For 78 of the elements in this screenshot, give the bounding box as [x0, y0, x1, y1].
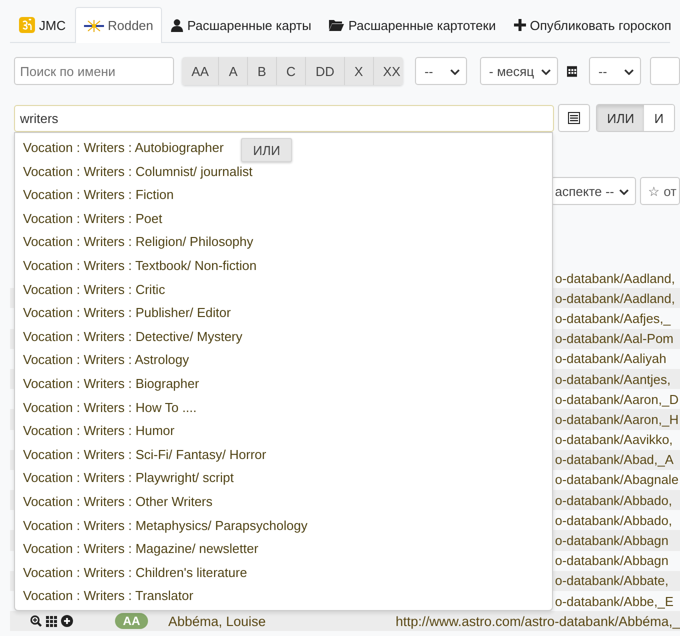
- grade-button[interactable]: DD: [306, 57, 345, 85]
- url-text: o-databank/Aaliyah: [555, 351, 666, 366]
- suggestion-item[interactable]: Vocation : Writers : Textbook/ Non-fiction: [23, 258, 257, 274]
- suggestion-item[interactable]: Vocation : Writers : Playwright/ script: [23, 470, 234, 486]
- url-text: o-databank/Aadland,: [555, 290, 675, 306]
- name-search-field[interactable]: Поиск по имени: [14, 57, 174, 85]
- suggestion-item[interactable]: Vocation : Writers : Autobiographer: [23, 140, 224, 156]
- url-text: o-databank/Aafjes,_: [555, 310, 671, 326]
- suggestion-item[interactable]: Vocation : Writers : Religion/ Philosophy: [23, 234, 254, 250]
- url-text: o-databank/Aavikko,: [555, 432, 673, 448]
- list-icon: [568, 112, 580, 124]
- suggestion-item[interactable]: Vocation : Writers : Publisher/ Editor: [23, 305, 231, 322]
- or-button[interactable]: ИЛИ: [241, 138, 292, 162]
- chevron-down-icon: [619, 189, 629, 195]
- url-text: o-databank/Abbado,: [555, 512, 672, 528]
- url-text: o-databank/Abbe,_E: [555, 594, 674, 609]
- suggestion-item[interactable]: Vocation : Writers : Translator: [23, 588, 194, 604]
- chevron-down-icon: [540, 69, 551, 75]
- grade-button[interactable]: A: [219, 57, 248, 85]
- url-text: o-databank/Aadland,: [555, 270, 675, 286]
- list-button[interactable]: [558, 104, 590, 132]
- suggestion-item[interactable]: Vocation : Writers : Astrology: [23, 352, 189, 368]
- url-text: http://www.astro.com/astro-databank/Abbéma,_: [396, 614, 680, 629]
- url-text: o-databank/Abbagn: [555, 553, 668, 568]
- suggestion-item[interactable]: Vocation : Writers : Detective/ Mystery: [23, 328, 242, 345]
- suggestion-item[interactable]: Vocation : Writers : Sci-Fi/ Fantasy/ Horror: [23, 446, 266, 463]
- tab[interactable]: Расшаренные карты: [162, 7, 320, 42]
- tab[interactable]: JMC: [10, 7, 75, 42]
- grid-icon[interactable]: [46, 616, 57, 627]
- suggestion-item[interactable]: Vocation : Writers : How To ....: [23, 400, 197, 416]
- chevron-down-icon: [624, 69, 634, 75]
- tab[interactable]: Rodden: [74, 7, 162, 43]
- suggestion-item[interactable]: Vocation : Writers : Poet: [23, 210, 162, 227]
- suggestion-item[interactable]: Vocation : Writers : Metaphysics/ Parapsychology: [23, 518, 308, 534]
- person-name: Abbéma, Louise: [168, 614, 267, 629]
- plus-circle-icon[interactable]: [61, 615, 73, 628]
- url-text: o-databank/Aaron,_D: [555, 392, 679, 407]
- suggestion-item[interactable]: Vocation : Writers : Humor: [23, 423, 174, 440]
- grade-badge: AA: [114, 613, 148, 630]
- person-icon: [171, 18, 184, 32]
- suggestion-item[interactable]: Vocation : Writers : Children's literature: [23, 564, 248, 581]
- url-text: o-databank/Abbagn: [555, 533, 668, 548]
- suggestion-item[interactable]: Vocation : Writers : Fiction: [23, 187, 174, 204]
- chevron-down-icon: [450, 69, 460, 75]
- suggestion-item[interactable]: Vocation : Writers : Critic: [23, 282, 166, 298]
- month-select[interactable]: - месяц: [480, 57, 558, 85]
- logic-toggle-button[interactable]: ИЛИ: [597, 105, 644, 131]
- suggestion-item[interactable]: Vocation : Writers : Other Writers: [23, 494, 213, 510]
- plus-icon: [514, 19, 526, 31]
- day-select[interactable]: --: [415, 57, 468, 85]
- url-text: o-databank/Abad,_A: [555, 452, 674, 468]
- calendar-icon: [566, 65, 578, 77]
- suggestion-item[interactable]: Vocation : Writers : Columnist/ journalist: [23, 164, 253, 180]
- grade-button[interactable]: C: [276, 57, 306, 85]
- url-text: o-databank/Abbate,: [555, 573, 668, 588]
- select-field[interactable]: [650, 57, 680, 85]
- sunburst-icon: [84, 20, 104, 32]
- grade-button[interactable]: XX: [374, 57, 404, 85]
- url-text: o-databank/Aaron,_H: [555, 412, 679, 427]
- url-text: o-databank/Abbado,: [555, 492, 672, 508]
- tab[interactable]: Расшаренные картотеки: [320, 7, 505, 42]
- suggestion-item[interactable]: Vocation : Writers : Magazine/ newsletter: [23, 541, 258, 558]
- url-text: o-databank/Aal-Pom: [555, 331, 674, 346]
- url-text: o-databank/Abagnale: [555, 472, 679, 488]
- tab[interactable]: Опубликовать гороскоп: [504, 7, 680, 42]
- logic-toggle-button[interactable]: И: [644, 105, 674, 131]
- zoom-icon[interactable]: [30, 615, 42, 628]
- grade-button[interactable]: B: [248, 57, 277, 85]
- tag-search-field[interactable]: writers: [14, 104, 554, 132]
- star-button[interactable]: ☆ от: [640, 177, 680, 205]
- folder-icon: [329, 19, 344, 31]
- aspect-select[interactable]: аспекте --: [551, 177, 636, 205]
- grade-button[interactable]: X: [344, 57, 374, 85]
- year-select[interactable]: --: [589, 57, 641, 85]
- grade-button[interactable]: AA: [182, 57, 220, 85]
- suggestion-item[interactable]: Vocation : Writers : Biographer: [23, 376, 200, 392]
- url-text: o-databank/Aantjes,: [555, 372, 671, 387]
- om-icon: [19, 17, 35, 33]
